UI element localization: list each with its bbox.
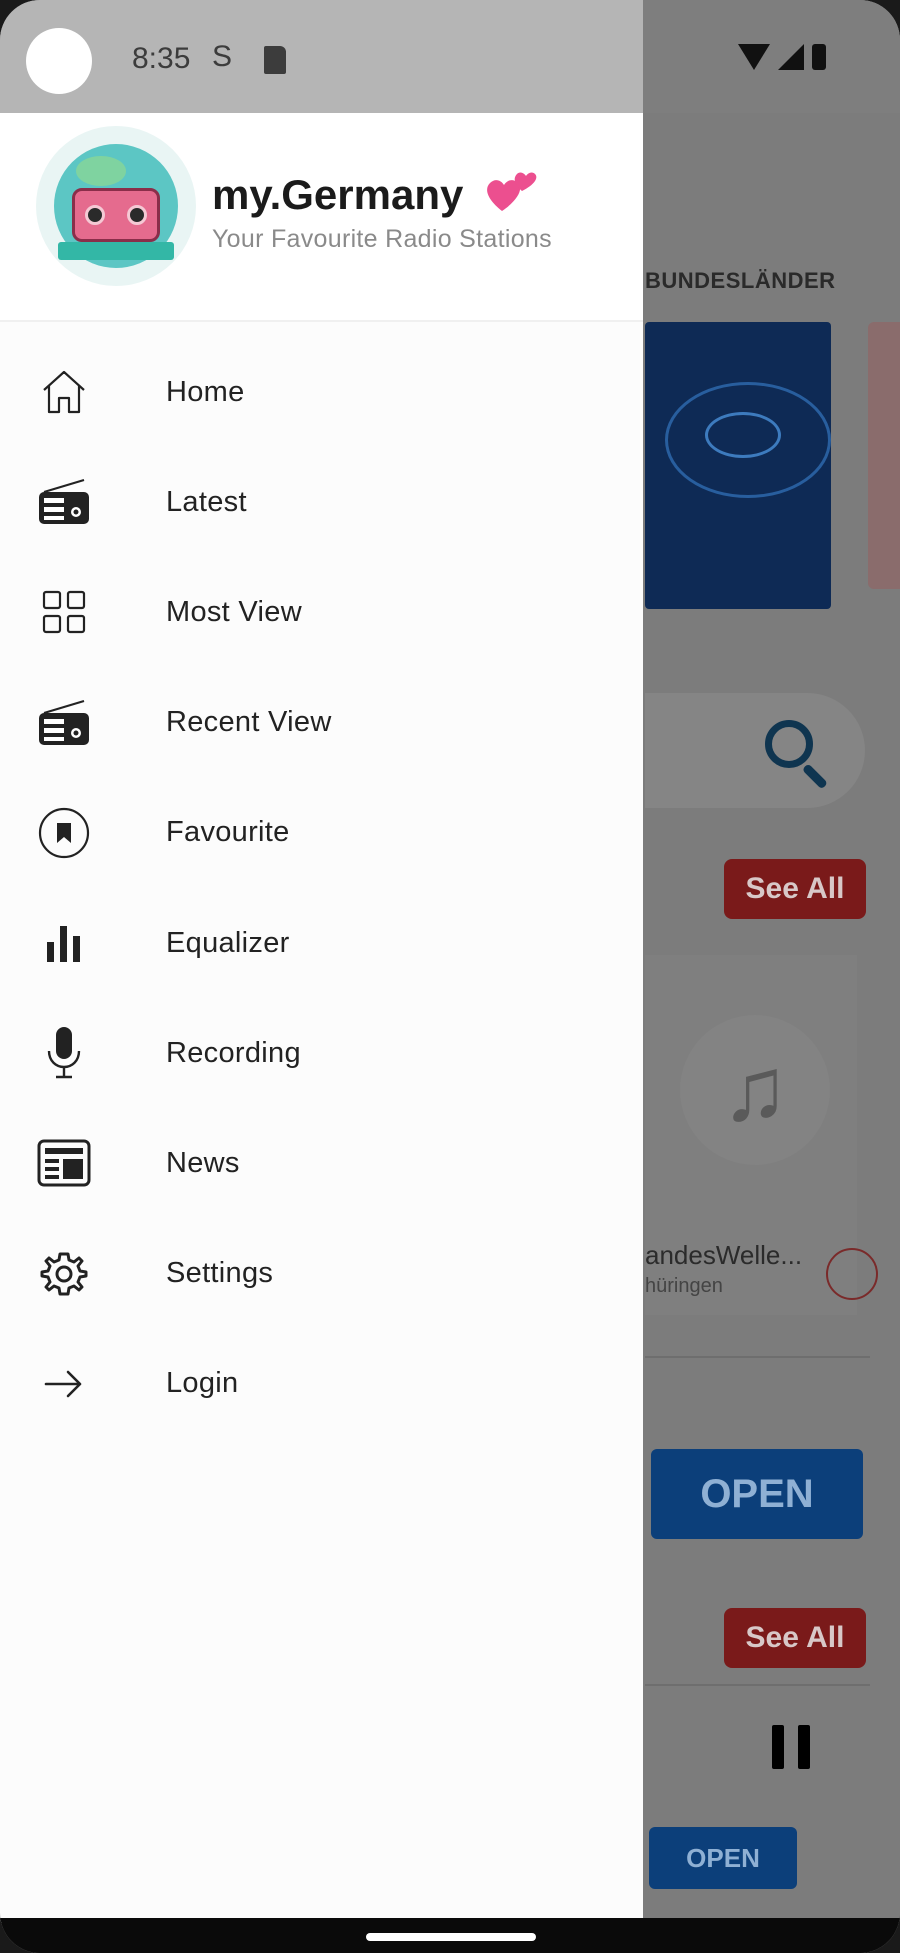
- bookmark-icon[interactable]: [826, 1248, 878, 1300]
- s-icon: S: [212, 40, 233, 73]
- radio-icon: [36, 695, 92, 751]
- equalizer-icon: [36, 915, 92, 971]
- menu-item-settings[interactable]: Settings: [0, 1219, 643, 1329]
- banner-image-next[interactable]: [868, 322, 900, 589]
- menu-label-home: Home: [166, 375, 245, 408]
- app-logo: [36, 126, 196, 286]
- newspaper-icon: [36, 1135, 92, 1191]
- open-button-small[interactable]: OPEN: [649, 1827, 797, 1889]
- sd-card-icon: [264, 46, 286, 74]
- menu-label-login: Login: [166, 1367, 239, 1400]
- menu-label-recording: Recording: [166, 1036, 301, 1069]
- see-all-button[interactable]: See All: [724, 859, 866, 919]
- signal-icon: [778, 44, 804, 70]
- menu-item-recent-view[interactable]: Recent View: [0, 668, 643, 778]
- menu-label-equalizer: Equalizer: [166, 926, 290, 959]
- menu-label-settings: Settings: [166, 1257, 274, 1290]
- menu-label-recent-view: Recent View: [166, 706, 332, 739]
- home-icon: [36, 364, 92, 420]
- menu-item-equalizer[interactable]: Equalizer: [0, 888, 643, 998]
- grid-icon: [36, 584, 92, 640]
- drawer-header: my.Germany Your Favourite Radio Stations: [0, 113, 643, 322]
- navigation-drawer: my.Germany Your Favourite Radio Stations…: [0, 113, 643, 1923]
- home-gesture-handle[interactable]: [366, 1933, 536, 1941]
- divider-2: [645, 1684, 870, 1686]
- see-all-button-2[interactable]: See All: [724, 1608, 866, 1668]
- menu-item-favourite[interactable]: Favourite: [0, 778, 643, 888]
- menu-label-favourite: Favourite: [166, 816, 290, 849]
- bookmark-circle-icon: [36, 805, 92, 861]
- banner-image[interactable]: [645, 322, 831, 609]
- search-icon[interactable]: [765, 720, 813, 768]
- microphone-icon: [36, 1025, 92, 1081]
- divider: [645, 1356, 870, 1358]
- station-subtitle: hüringen: [645, 1275, 723, 1297]
- hearts-icon: [487, 172, 537, 211]
- menu-item-recording[interactable]: Recording: [0, 998, 643, 1108]
- app-subtitle: Your Favourite Radio Stations: [212, 225, 552, 253]
- radio-icon: [36, 474, 92, 530]
- battery-icon: [812, 44, 826, 70]
- menu-item-latest[interactable]: Latest: [0, 447, 643, 557]
- menu-item-news[interactable]: News: [0, 1108, 643, 1218]
- open-button-large[interactable]: OPEN: [651, 1449, 863, 1539]
- status-bar: 8:35 S: [0, 0, 643, 113]
- menu-item-login[interactable]: Login: [0, 1329, 643, 1439]
- phone-screen: BUNDESLÄNDER See All ♫ andesWelle... hür…: [0, 0, 900, 1953]
- camera-cutout: [26, 28, 92, 94]
- search-bar[interactable]: [645, 693, 865, 808]
- status-bar-right: [643, 0, 900, 113]
- arrow-right-icon: [36, 1356, 92, 1412]
- status-time: 8:35: [132, 42, 191, 75]
- station-title: andesWelle...: [645, 1240, 803, 1270]
- tab-bundeslaender[interactable]: BUNDESLÄNDER: [645, 268, 836, 294]
- menu-item-most-view[interactable]: Most View: [0, 557, 643, 667]
- app-title: my.Germany: [212, 171, 464, 218]
- pause-icon[interactable]: [772, 1725, 812, 1769]
- menu-item-home[interactable]: Home: [0, 337, 643, 447]
- menu-label-latest: Latest: [166, 485, 247, 518]
- wifi-icon: [738, 44, 770, 70]
- menu-label-news: News: [166, 1146, 240, 1179]
- music-note-icon: ♫: [680, 1015, 830, 1165]
- drawer-menu: Home Latest Most View Recent View Favour…: [0, 337, 643, 1439]
- menu-label-most-view: Most View: [166, 595, 302, 628]
- gear-icon: [36, 1246, 92, 1302]
